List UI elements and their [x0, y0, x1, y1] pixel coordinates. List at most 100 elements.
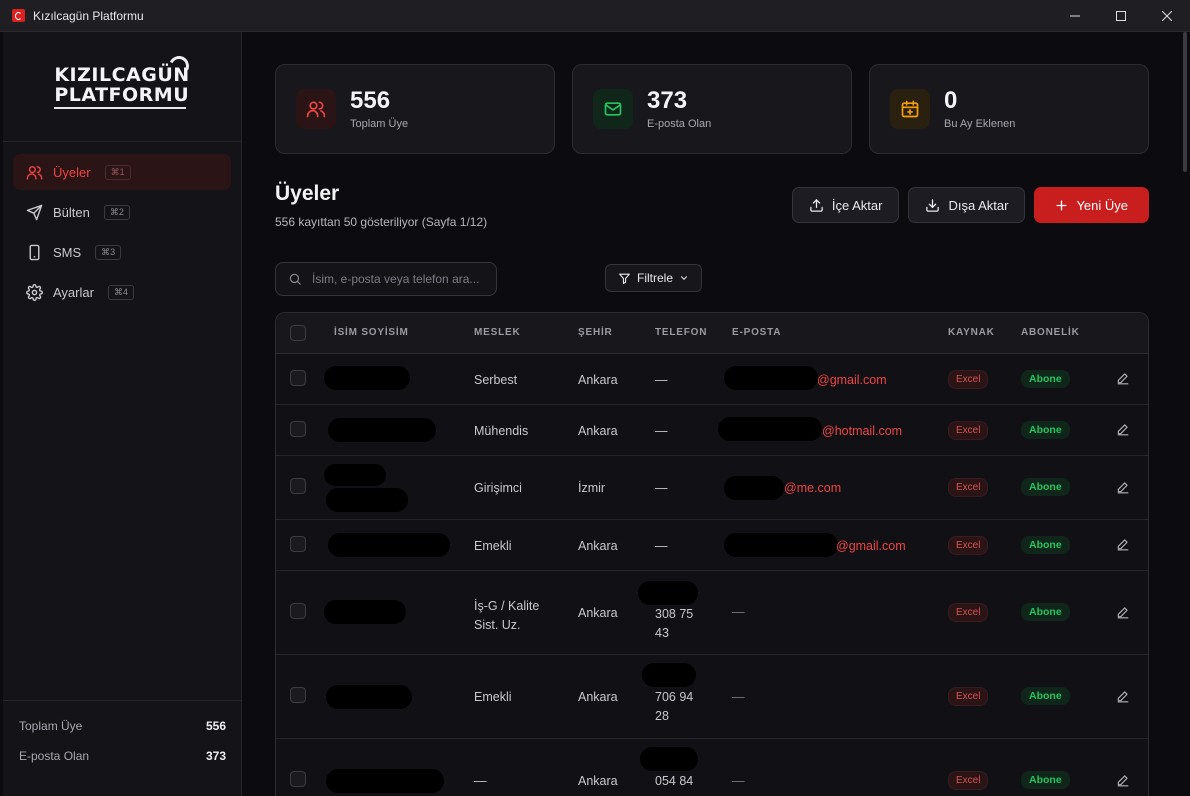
source-badge: Excel — [948, 370, 989, 389]
import-button[interactable]: İçe Aktar — [791, 187, 900, 223]
redacted-phone-prefix — [638, 581, 698, 605]
cell-email: — — [732, 605, 745, 619]
new-member-button-label: Yeni Üye — [1076, 197, 1128, 213]
logo-line-2: PLATFORMU — [54, 83, 190, 106]
redacted-name — [324, 464, 386, 486]
source-badge: Excel — [948, 536, 989, 555]
window-controls — [1052, 0, 1190, 32]
table-row[interactable]: İş-G / Kalite Sist. Uz. Ankara 308 75 43… — [276, 571, 1148, 655]
redacted-email-user — [724, 533, 838, 557]
cell-phone: — — [655, 539, 668, 553]
cell-job: Serbest — [474, 373, 518, 387]
title-bar: Kızılcagün Platformu — [0, 0, 1190, 32]
column-header-email[interactable]: E-POSTA — [732, 327, 781, 338]
redacted-email-user — [724, 476, 784, 500]
filter-icon — [618, 272, 631, 285]
cell-email[interactable]: @gmail.com — [817, 373, 887, 387]
edit-icon[interactable] — [1116, 689, 1130, 703]
edit-icon[interactable] — [1116, 605, 1130, 619]
search-input[interactable] — [312, 272, 482, 286]
cell-job: Girişimci — [474, 481, 522, 495]
sidebar-item-label: Bülten — [53, 204, 90, 220]
subscription-badge: Abone — [1021, 370, 1070, 388]
subscription-badge: Abone — [1021, 687, 1070, 705]
cell-city: Ankara — [578, 539, 618, 553]
sidebar-nav: Üyeler ⌘1 Bülten ⌘2 SMS ⌘3 Ayarlar ⌘4 — [3, 142, 241, 326]
page-title: Üyeler — [275, 182, 340, 205]
edit-icon[interactable] — [1116, 480, 1130, 494]
column-header-subscription[interactable]: ABONELİK — [1021, 327, 1080, 338]
cell-phone: — — [655, 481, 668, 495]
column-header-name[interactable]: İSİM SOYİSİM — [334, 327, 409, 338]
export-button[interactable]: Dışa Aktar — [908, 187, 1026, 223]
table-row[interactable]: Girişimci İzmir — @me.com Excel Abone — [276, 456, 1148, 520]
minimize-button[interactable] — [1052, 0, 1098, 32]
row-checkbox[interactable] — [290, 421, 306, 437]
sidebar-item-sms[interactable]: SMS ⌘3 — [13, 234, 231, 270]
new-member-button[interactable]: Yeni Üye — [1034, 187, 1149, 223]
sidebar-item-ayarlar[interactable]: Ayarlar ⌘4 — [13, 274, 231, 310]
table-header: İSİM SOYİSİM MESLEK ŞEHİR TELEFON E-POST… — [276, 313, 1148, 354]
edit-icon[interactable] — [1116, 371, 1130, 385]
gear-icon — [25, 283, 43, 301]
users-icon — [296, 89, 336, 129]
cell-job: Mühendis — [474, 424, 529, 438]
row-checkbox[interactable] — [290, 478, 306, 494]
column-header-job[interactable]: MESLEK — [474, 327, 520, 338]
select-all-checkbox[interactable] — [290, 325, 306, 341]
filter-label: Filtrele — [637, 271, 674, 285]
table-row[interactable]: Mühendis Ankara — @hotmail.com Excel Abo… — [276, 405, 1148, 456]
edit-icon[interactable] — [1116, 773, 1130, 787]
cell-email[interactable]: @hotmail.com — [822, 424, 902, 438]
cell-city: Ankara — [578, 606, 618, 620]
import-button-label: İçe Aktar — [831, 197, 883, 213]
sidebar-stat-total: Toplam Üye 556 — [19, 719, 226, 733]
cell-email[interactable]: @me.com — [784, 481, 841, 495]
stat-card-label: Toplam Üye — [350, 118, 409, 130]
row-checkbox[interactable] — [290, 536, 306, 552]
plus-icon — [1055, 199, 1068, 212]
sidebar-stat-email: E-posta Olan 373 — [19, 749, 226, 763]
table-row[interactable]: — Ankara 054 84 — Excel Abone — [276, 739, 1148, 796]
page-actions: İçe Aktar Dışa Aktar Yeni Üye — [791, 187, 1149, 223]
cell-email[interactable]: @gmail.com — [836, 539, 906, 553]
row-checkbox[interactable] — [290, 370, 306, 386]
cell-city: İzmir — [578, 481, 606, 495]
redacted-name — [324, 366, 410, 390]
table-row[interactable]: Serbest Ankara — @gmail.com Excel Abone — [276, 354, 1148, 405]
stat-card-email: 373 E-posta Olan — [572, 64, 852, 154]
column-header-phone[interactable]: TELEFON — [655, 327, 707, 338]
maximize-button[interactable] — [1098, 0, 1144, 32]
row-checkbox[interactable] — [290, 687, 306, 703]
sidebar-item-uyeler[interactable]: Üyeler ⌘1 — [13, 154, 231, 190]
row-checkbox[interactable] — [290, 603, 306, 619]
sidebar: KIZILCAGÜN PLATFORMU Üyeler ⌘1 Bülten ⌘2… — [3, 32, 242, 796]
row-checkbox[interactable] — [290, 771, 306, 787]
redacted-name — [326, 685, 412, 709]
sidebar-stats: Toplam Üye 556 E-posta Olan 373 — [3, 700, 242, 796]
redacted-name — [324, 600, 406, 624]
column-header-city[interactable]: ŞEHİR — [578, 327, 613, 338]
table-row[interactable]: Emekli Ankara 706 94 28 — Excel Abone — [276, 655, 1148, 739]
redacted-name — [328, 418, 436, 442]
redacted-name — [326, 769, 444, 793]
stat-cards: 556 Toplam Üye 373 E-posta Olan 0 Bu Ay … — [275, 64, 1149, 154]
sidebar-item-label: SMS — [53, 244, 82, 260]
close-icon — [1162, 11, 1172, 21]
window-title: Kızılcagün Platformu — [33, 8, 144, 23]
scrollbar-thumb[interactable] — [1183, 32, 1187, 172]
logo-underline — [54, 106, 187, 109]
edit-icon[interactable] — [1116, 422, 1130, 436]
close-button[interactable] — [1144, 0, 1190, 32]
stat-card-total: 556 Toplam Üye — [275, 64, 555, 154]
export-button-label: Dışa Aktar — [948, 197, 1009, 213]
cell-city: Ankara — [578, 424, 618, 438]
users-icon — [25, 163, 43, 181]
page-subtitle: 556 kayıttan 50 gösteriliyor (Sayfa 1/12… — [275, 215, 488, 229]
sidebar-item-bulten[interactable]: Bülten ⌘2 — [13, 194, 231, 230]
search-icon — [288, 272, 302, 286]
column-header-source[interactable]: KAYNAK — [948, 327, 995, 338]
edit-icon[interactable] — [1116, 537, 1130, 551]
filter-button[interactable]: Filtrele — [605, 264, 703, 292]
table-row[interactable]: Emekli Ankara — @gmail.com Excel Abone — [276, 520, 1148, 571]
